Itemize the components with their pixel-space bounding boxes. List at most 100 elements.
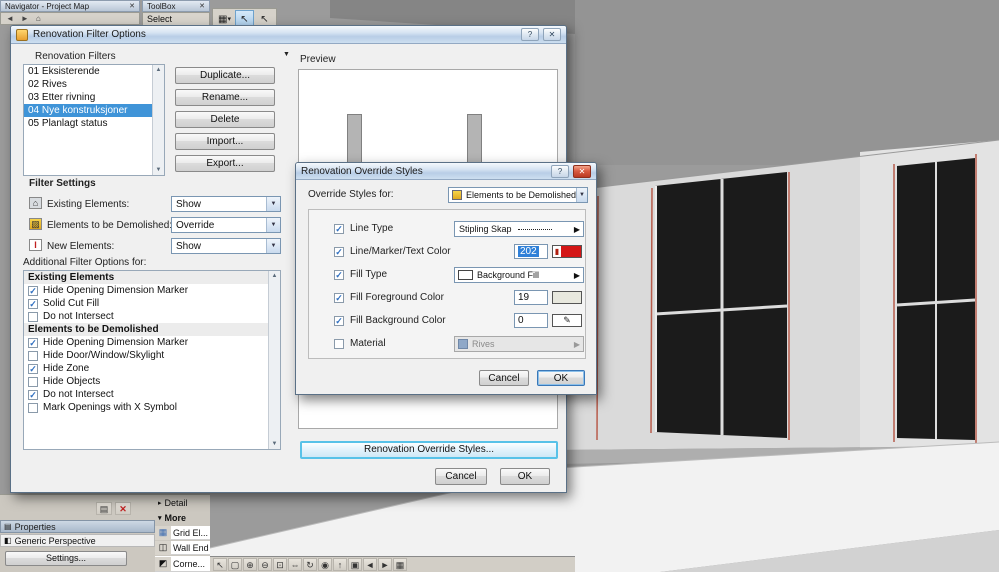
filter-dialog-titlebar[interactable]: Renovation Filter Options ? ✕ [11, 26, 566, 44]
navigator-toolbar: ◄ ► ⌂ [0, 12, 140, 25]
cancel-button[interactable]: Cancel [479, 370, 529, 386]
toolbox-item-grid-element[interactable]: ▦ Grid El... [155, 525, 210, 540]
line-type-checkbox[interactable] [334, 224, 344, 234]
new-elements-select[interactable]: Show ▼ [171, 238, 281, 254]
filter-list-item[interactable]: 02 Rives [24, 78, 164, 91]
rename-button[interactable]: Rename... [175, 89, 275, 106]
close-button[interactable]: ✕ [543, 28, 561, 41]
settings-button[interactable]: Settings... [5, 551, 127, 566]
option-row[interactable]: Mark Openings with X Symbol [24, 401, 280, 414]
help-button[interactable]: ? [521, 28, 539, 41]
perspective-row[interactable]: ◧ Generic Perspective [0, 534, 155, 547]
option-row[interactable]: Hide Objects [24, 375, 280, 388]
zoom-out-icon[interactable]: ⊖ [258, 558, 272, 571]
options-group-header: Existing Elements [24, 271, 280, 284]
option-row[interactable]: Hide Opening Dimension Marker [24, 284, 280, 297]
checkbox[interactable] [28, 337, 38, 348]
checkbox[interactable] [28, 298, 38, 309]
walk-icon[interactable]: ↑ [333, 558, 347, 571]
filter-list-item-selected[interactable]: 04 Nye konstruksjoner [24, 104, 164, 117]
line-type-select[interactable]: Stipling Skap ▶ [454, 221, 584, 237]
delete-button[interactable]: Delete [175, 111, 275, 128]
toolbox-close-icon[interactable]: ✕ [197, 2, 207, 10]
look-around-icon[interactable]: ◉ [318, 558, 332, 571]
option-row[interactable]: Solid Cut Fill [24, 297, 280, 310]
filter-list-item[interactable]: 05 Planlagt status [24, 117, 164, 130]
line-color-swatch[interactable]: ▮ [552, 245, 582, 258]
fill-fg-swatch[interactable] [552, 291, 582, 304]
home-icon[interactable]: ⌂ [33, 14, 44, 23]
forward-icon[interactable]: ► [18, 14, 32, 23]
checkbox[interactable] [28, 311, 38, 322]
checkbox[interactable] [28, 350, 38, 361]
duplicate-button[interactable]: Duplicate... [175, 67, 275, 84]
option-row[interactable]: Hide Opening Dimension Marker [24, 336, 280, 349]
fill-bg-checkbox[interactable] [334, 316, 344, 326]
checkbox[interactable] [28, 389, 38, 400]
zoom-in-icon[interactable]: ⊕ [243, 558, 257, 571]
fill-type-checkbox[interactable] [334, 270, 344, 280]
fill-bg-swatch[interactable]: ✎ [552, 314, 582, 327]
line-type-value: Stipling Skap [459, 224, 512, 234]
next-view-icon[interactable]: ► [378, 558, 392, 571]
export-button[interactable]: Export... [175, 155, 275, 172]
checkbox[interactable] [28, 285, 38, 296]
fit-view-icon[interactable]: ⊡ [273, 558, 287, 571]
previous-view-icon[interactable]: ◄ [363, 558, 377, 571]
checkbox[interactable] [28, 402, 38, 413]
fill-fg-checkbox[interactable] [334, 293, 344, 303]
close-button[interactable]: ✕ [573, 164, 591, 178]
pan-icon[interactable]: ⇔ [288, 558, 302, 571]
toolbox-item-wall-end[interactable]: ◫ Wall End [155, 540, 210, 555]
additional-options-list[interactable]: Existing Elements Hide Opening Dimension… [23, 270, 281, 450]
option-row[interactable]: Hide Door/Window/Skylight [24, 349, 280, 362]
select-arrow-icon[interactable]: ↖ [213, 558, 227, 571]
marquee-icon[interactable]: ▢ [228, 558, 242, 571]
filters-flyout-icon[interactable]: ▼ [283, 51, 290, 58]
cancel-button[interactable]: Cancel [435, 468, 487, 485]
fill-bg-pen-field[interactable]: 0 [514, 313, 548, 328]
toolbox-section-more[interactable]: ▾ More [155, 511, 210, 524]
toolbox-item-corner[interactable]: ◩ Corne... [155, 556, 210, 572]
demolished-elements-select[interactable]: Override ▼ [171, 217, 281, 233]
existing-elements-select[interactable]: Show ▼ [171, 196, 281, 212]
back-icon[interactable]: ◄ [3, 14, 17, 23]
orbit-icon[interactable]: ↻ [303, 558, 317, 571]
help-button[interactable]: ? [551, 164, 569, 178]
option-row[interactable]: Do not Intersect [24, 310, 280, 323]
override-dialog-titlebar[interactable]: Renovation Override Styles ? ✕ [296, 163, 596, 180]
print-icon[interactable]: ▤ [96, 502, 112, 515]
checkbox[interactable] [28, 376, 38, 387]
override-for-select[interactable]: Elements to be Demolished ▼ [448, 187, 588, 203]
chevron-down-icon: ▼ [576, 188, 587, 202]
properties-panel-header[interactable]: ▤ Properties [0, 520, 155, 533]
navigator-close-icon[interactable]: ✕ [127, 2, 137, 10]
import-button[interactable]: Import... [175, 133, 275, 150]
renovation-override-styles-button[interactable]: Renovation Override Styles... [300, 441, 558, 459]
tool-label: Corne... [173, 558, 206, 569]
filters-scrollbar[interactable]: ▲ ▼ [152, 65, 164, 175]
option-row[interactable]: Hide Zone [24, 362, 280, 375]
camera-icon[interactable]: ▣ [348, 558, 362, 571]
filter-list-item[interactable]: 03 Etter rivning [24, 91, 164, 104]
option-label: Mark Openings with X Symbol [43, 402, 177, 413]
navigator-palette-titlebar[interactable]: Navigator - Project Map ✕ [0, 0, 140, 12]
option-row[interactable]: Do not Intersect [24, 388, 280, 401]
filter-list-item[interactable]: 01 Eksisterende [24, 65, 164, 78]
options-scrollbar[interactable]: ▲ ▼ [268, 271, 280, 449]
fill-fg-pen-field[interactable]: 19 [514, 290, 548, 305]
full-view-icon[interactable]: ▦ [393, 558, 407, 571]
renovation-filters-list[interactable]: 01 Eksisterende 02 Rives 03 Etter rivnin… [23, 64, 165, 176]
close-palette-icon[interactable]: ✕ [115, 502, 131, 515]
fill-type-select[interactable]: Background Fill ▶ [454, 267, 584, 283]
toolbox-section-detail[interactable]: ▸ Detail [155, 496, 210, 509]
checkbox[interactable] [28, 363, 38, 374]
line-color-pen-field[interactable]: 202 [514, 244, 548, 259]
ok-button[interactable]: OK [537, 370, 585, 386]
ok-button[interactable]: OK [500, 468, 550, 485]
toolbox-palette-titlebar[interactable]: ToolBox ✕ [142, 0, 210, 12]
option-label: Solid Cut Fill [43, 298, 100, 309]
line-color-checkbox[interactable] [334, 247, 344, 257]
properties-title: Properties [14, 521, 56, 532]
material-checkbox[interactable] [334, 339, 344, 349]
